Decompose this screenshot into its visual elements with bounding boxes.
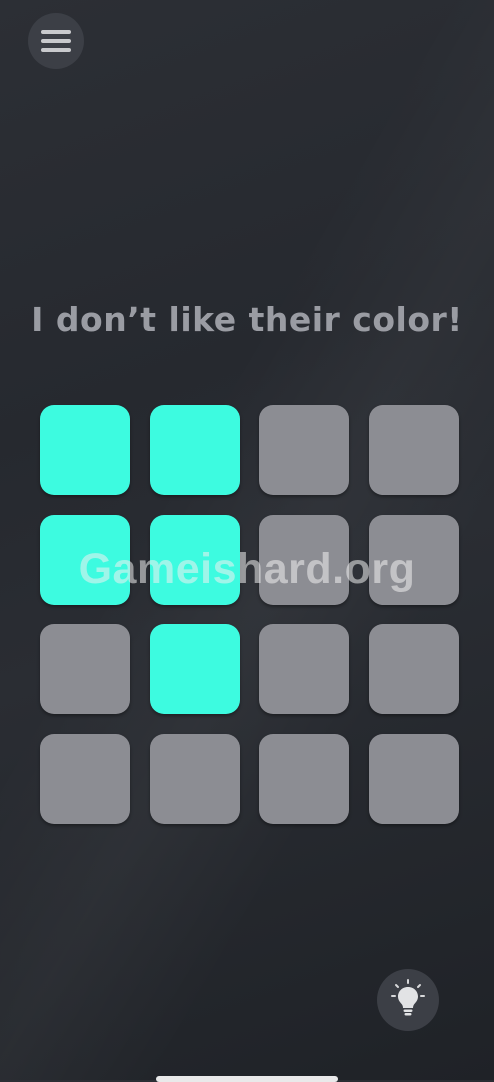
- hint-button[interactable]: [377, 969, 439, 1031]
- tile-r3-c2[interactable]: [150, 624, 240, 714]
- tile-r1-c1[interactable]: [40, 405, 130, 495]
- puzzle-prompt: I don’t like their color!: [31, 300, 463, 339]
- hamburger-menu-icon: [41, 29, 71, 53]
- tile-r3-c4[interactable]: [369, 624, 459, 714]
- tile-r2-c4[interactable]: [369, 515, 459, 605]
- tile-r2-c1[interactable]: [40, 515, 130, 605]
- tile-r4-c4[interactable]: [369, 734, 459, 824]
- tile-r1-c2[interactable]: [150, 405, 240, 495]
- tile-r1-c3[interactable]: [259, 405, 349, 495]
- tile-r2-c3[interactable]: [259, 515, 349, 605]
- menu-button[interactable]: [28, 13, 84, 69]
- tile-r4-c3[interactable]: [259, 734, 349, 824]
- tile-r4-c1[interactable]: [40, 734, 130, 824]
- lightbulb-icon: [388, 978, 428, 1022]
- tile-r2-c2[interactable]: [150, 515, 240, 605]
- home-indicator: [156, 1076, 338, 1082]
- tile-r3-c3[interactable]: [259, 624, 349, 714]
- tile-r3-c1[interactable]: [40, 624, 130, 714]
- tile-r1-c4[interactable]: [369, 405, 459, 495]
- tile-grid: [40, 405, 459, 824]
- tile-r4-c2[interactable]: [150, 734, 240, 824]
